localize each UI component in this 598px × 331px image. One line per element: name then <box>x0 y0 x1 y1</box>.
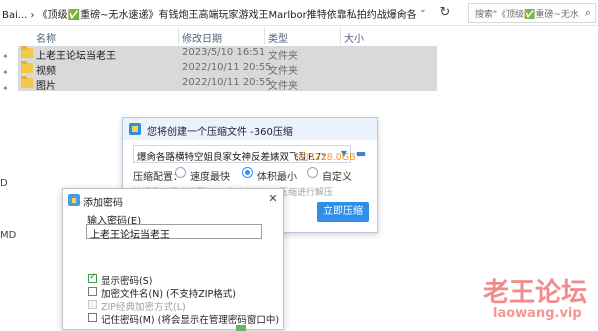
show-password-checkbox[interactable] <box>88 272 97 283</box>
breadcrumb[interactable]: Bai... › 《顶级✅重磅~无水速递》有钱炮王高端玩家游戏王Marlbor推… <box>2 6 416 20</box>
file-date: 2022/10/11 20:55 <box>182 77 272 88</box>
ok-button-edge[interactable] <box>236 325 246 331</box>
search-icon[interactable]: ⌕ <box>585 6 591 20</box>
radio-speed-fastest[interactable] <box>175 167 186 178</box>
dialog-title: 您将创建一个压缩文件 -360压缩 <box>147 127 293 138</box>
zip-classic-encryption-checkbox <box>88 300 97 309</box>
add-password-dialog: 添加密码 ✕ 输入密码(E) 上老王论坛当老王 显示密码(S) 加密文件名(N)… <box>62 188 284 331</box>
file-list-header: 名称 修改日期 类型 大小 <box>18 28 438 45</box>
archive-icon <box>129 123 141 135</box>
column-header-name[interactable]: 名称 <box>36 30 56 45</box>
watermark-text: 老王论坛 <box>483 278 588 308</box>
pin-icon: ✦ <box>2 68 9 77</box>
nav-item-fragment[interactable]: D <box>0 178 8 189</box>
radio-label[interactable]: 速度最快 <box>190 168 230 183</box>
file-row[interactable]: 图片 2022/10/11 20:55 文件夹 <box>18 76 437 92</box>
nav-item-fragment[interactable]: MD <box>0 230 16 241</box>
radio-custom[interactable] <box>307 167 318 178</box>
column-header-size[interactable]: 大小 <box>344 30 364 45</box>
archive-path-field[interactable]: 爆肏各路横特空姐良家女神反差婊双飞乱P.7z 约3228.0GB ▼ <box>133 145 356 163</box>
search-box[interactable]: 搜索"《顶级✅重磅~无水速... ⌕ <box>468 3 596 23</box>
file-type: 文件夹 <box>268 51 298 62</box>
checkbox-label: ZIP经典加密方式(L) <box>101 302 186 313</box>
radio-label[interactable]: 体积最小 <box>257 168 297 183</box>
column-divider[interactable] <box>178 28 179 44</box>
close-icon[interactable]: ✕ <box>265 191 281 207</box>
archive-icon <box>68 194 80 206</box>
file-name: 视频 <box>36 66 56 77</box>
file-date: 2023/5/10 16:51 <box>182 47 266 58</box>
column-divider[interactable] <box>340 28 341 44</box>
chevron-down-icon[interactable]: ⌄ <box>419 5 427 15</box>
password-input[interactable]: 上老王论坛当老王 <box>86 224 262 241</box>
checkbox-label[interactable]: 记住密码(M) (将会显示在管理密码窗口中) <box>101 312 279 326</box>
folder-icon <box>21 46 33 58</box>
dialog-title: 添加密码 <box>83 198 123 209</box>
navigation-pane: ✦ ✦ ✦ D MD <box>0 26 16 330</box>
folder-icon <box>21 76 33 88</box>
encrypt-filenames-checkbox[interactable] <box>88 287 97 296</box>
file-name: 上老王论坛当老王 <box>36 51 116 62</box>
dialog-title-bar[interactable]: 您将创建一个压缩文件 -360压缩 <box>123 118 377 140</box>
refresh-icon[interactable]: ↻ <box>434 3 456 23</box>
folder-icon <box>21 61 33 73</box>
pin-icon: ✦ <box>2 84 9 93</box>
archive-filename: 爆肏各路横特空姐良家女神反差婊双飞乱P.7z <box>137 152 327 163</box>
file-date: 2022/10/11 20:55 <box>182 62 272 73</box>
address-bar: Bai... › 《顶级✅重磅~无水速递》有钱炮王高端玩家游戏王Marlbor推… <box>0 0 598 26</box>
checkbox-label[interactable]: 加密文件名(N) (不支持ZIP格式) <box>101 286 236 300</box>
search-input[interactable]: 搜索"《顶级✅重磅~无水速... <box>475 7 579 20</box>
radio-size-smallest[interactable] <box>242 167 253 178</box>
password-value: 上老王论坛当老王 <box>90 230 170 241</box>
archive-size: 约3228.0GB <box>299 152 356 163</box>
watermark-url: laowang.vip <box>493 306 582 321</box>
folder-browse-icon[interactable]: ▬ <box>353 146 369 162</box>
start-compress-button[interactable]: 立即压缩 <box>317 202 369 222</box>
file-row[interactable]: 上老王论坛当老王 2023/5/10 16:51 文件夹 <box>18 46 437 62</box>
file-row[interactable]: 视频 2022/10/11 20:55 文件夹 <box>18 61 437 77</box>
pin-icon: ✦ <box>2 52 9 61</box>
checkbox-label[interactable]: 显示密码(S) <box>101 273 152 287</box>
chevron-down-icon[interactable]: ▼ <box>341 149 347 158</box>
column-header-date[interactable]: 修改日期 <box>182 30 222 45</box>
radio-label[interactable]: 自定义 <box>322 168 352 183</box>
file-type: 文件夹 <box>268 66 298 77</box>
column-header-type[interactable]: 类型 <box>268 30 288 45</box>
remember-password-checkbox[interactable] <box>88 313 97 322</box>
file-name: 图片 <box>36 81 56 92</box>
file-type: 文件夹 <box>268 81 298 92</box>
column-divider[interactable] <box>264 28 265 44</box>
